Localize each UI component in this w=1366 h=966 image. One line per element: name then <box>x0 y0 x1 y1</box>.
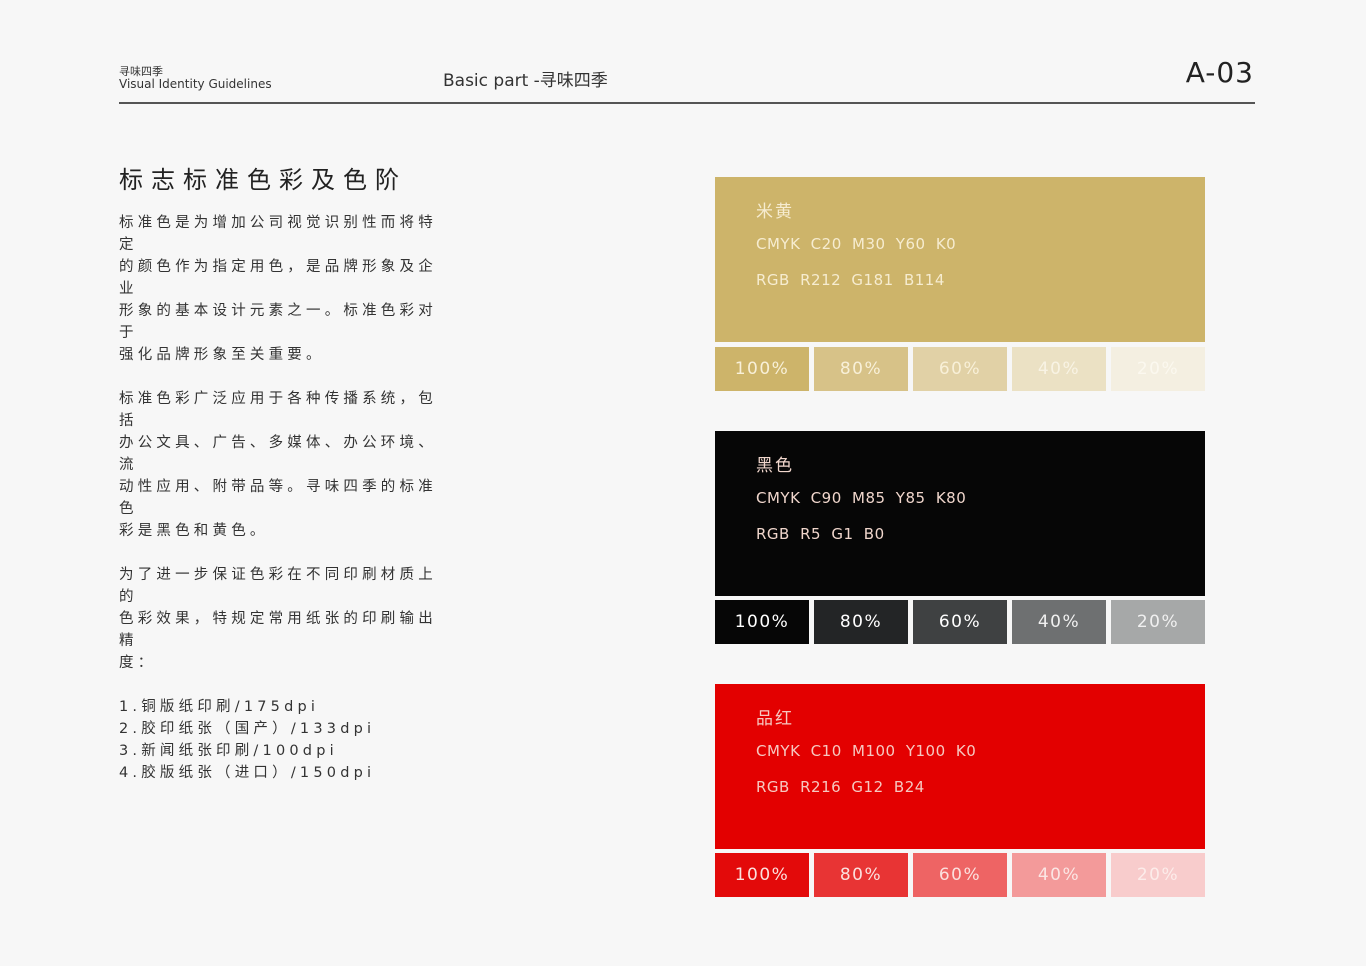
color-cmyk: CMYK C90 M85 Y85 K80 <box>756 489 967 507</box>
tint-swatch: 60% <box>913 347 1007 391</box>
header-divider <box>119 102 1255 104</box>
list-item: 1.铜版纸印刷/175dpi <box>119 699 320 715</box>
page-title: 标志标准色彩及色阶 <box>119 166 407 194</box>
color-cmyk: CMYK C20 M30 Y60 K0 <box>756 235 957 253</box>
tint-swatch: 40% <box>1012 853 1106 897</box>
color-name: 米黄 <box>756 202 794 222</box>
tint-swatch: 40% <box>1012 347 1106 391</box>
tint-row-beige: 100% 80% 60% 40% 20% <box>715 347 1205 391</box>
color-rgb: RGB R216 G12 B24 <box>756 778 925 796</box>
tint-swatch: 100% <box>715 853 809 897</box>
list-item: 4.胶版纸张（进口）/150dpi <box>119 765 376 781</box>
list-item: 3.新闻纸张印刷/100dpi <box>119 743 338 759</box>
tint-row-black: 100% 80% 60% 40% 20% <box>715 600 1205 644</box>
list-item: 2.胶印纸张（国产）/133dpi <box>119 721 376 737</box>
header-brand-en: Visual Identity Guidelines <box>119 77 272 91</box>
color-rgb: RGB R212 G181 B114 <box>756 271 945 289</box>
tint-swatch: 100% <box>715 600 809 644</box>
tint-swatch: 60% <box>913 853 1007 897</box>
color-name: 品红 <box>756 709 794 729</box>
tint-swatch: 20% <box>1111 347 1205 391</box>
color-cmyk: CMYK C10 M100 Y100 K0 <box>756 742 977 760</box>
color-swatch-red: 品红 CMYK C10 M100 Y100 K0 RGB R216 G12 B2… <box>715 684 1205 849</box>
tint-swatch: 100% <box>715 347 809 391</box>
tint-swatch: 80% <box>814 347 908 391</box>
color-swatch-beige: 米黄 CMYK C20 M30 Y60 K0 RGB R212 G181 B11… <box>715 177 1205 342</box>
paragraph-usage: 标准色彩广泛应用于各种传播系统，包括 办公文具、广告、多媒体、办公环境、流 动性… <box>119 391 437 539</box>
print-spec-list: 1.铜版纸印刷/175dpi 2.胶印纸张（国产）/133dpi 3.新闻纸张印… <box>119 696 449 784</box>
header-section-title: Basic part -寻味四季 <box>443 71 608 91</box>
color-swatch-black: 黑色 CMYK C90 M85 Y85 K80 RGB R5 G1 B0 <box>715 431 1205 596</box>
tint-swatch: 60% <box>913 600 1007 644</box>
page-number: A-03 <box>1185 56 1254 89</box>
paragraph-print: 为了进一步保证色彩在不同印刷材质上的 色彩效果，特规定常用纸张的印刷输出精 度： <box>119 567 437 671</box>
tint-swatch: 80% <box>814 853 908 897</box>
body-text: 标准色是为增加公司视觉识别性而将特定 的颜色作为指定用色，是品牌形象及企业 形象… <box>119 212 449 784</box>
paragraph-intro: 标准色是为增加公司视觉识别性而将特定 的颜色作为指定用色，是品牌形象及企业 形象… <box>119 215 437 363</box>
tint-row-red: 100% 80% 60% 40% 20% <box>715 853 1205 897</box>
tint-swatch: 80% <box>814 600 908 644</box>
color-rgb: RGB R5 G1 B0 <box>756 525 885 543</box>
color-name: 黑色 <box>756 456 794 476</box>
tint-swatch: 40% <box>1012 600 1106 644</box>
tint-swatch: 20% <box>1111 600 1205 644</box>
tint-swatch: 20% <box>1111 853 1205 897</box>
